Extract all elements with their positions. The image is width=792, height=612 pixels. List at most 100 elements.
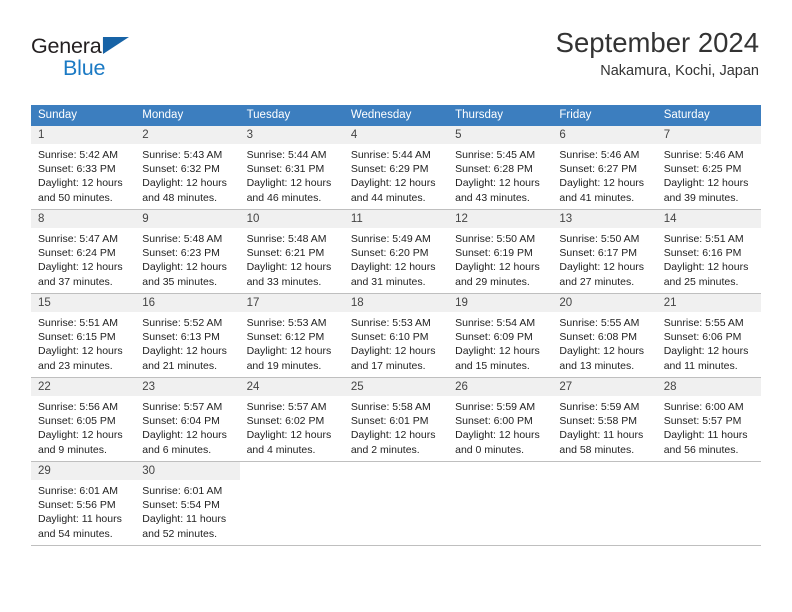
page-title: September 2024 bbox=[555, 27, 759, 58]
calendar-day-cell[interactable]: 23 Sunrise: 5:57 AM Sunset: 6:04 PM Dayligh… bbox=[135, 377, 240, 462]
daylight-text-line1: Daylight: 12 hours bbox=[246, 177, 332, 190]
day-details: Sunrise: 5:50 AM Sunset: 6:19 PM Daylight:… bbox=[448, 228, 552, 289]
calendar-week-row: 29 Sunrise: 6:01 AM Sunset: 5:56 PM Dayligh… bbox=[31, 461, 761, 545]
day-details: Sunrise: 6:01 AM Sunset: 5:54 PM Daylight:… bbox=[135, 480, 239, 541]
daylight-text-line2: and 43 minutes. bbox=[455, 191, 530, 204]
day-details: Sunrise: 5:44 AM Sunset: 6:29 PM Daylight:… bbox=[344, 144, 448, 205]
calendar-week-row: 22 Sunrise: 5:56 AM Sunset: 6:05 PM Dayligh… bbox=[31, 377, 761, 462]
sunset-text: Sunset: 6:29 PM bbox=[350, 163, 429, 176]
daylight-text-line2: and 2 minutes. bbox=[350, 443, 420, 456]
calendar-day-cell[interactable]: 14 Sunrise: 5:51 AM Sunset: 6:16 PM Dayligh… bbox=[656, 209, 761, 294]
sunrise-text: Sunrise: 5:44 AM bbox=[350, 149, 431, 161]
calendar-week-row: 1 Sunrise: 5:42 AM Sunset: 6:33 PM Daylight… bbox=[31, 126, 761, 210]
daylight-text-line2: and 11 minutes. bbox=[663, 359, 738, 372]
day-number bbox=[656, 462, 761, 480]
calendar-day-cell[interactable]: 3 Sunrise: 5:44 AM Sunset: 6:31 PM Daylight… bbox=[239, 126, 344, 210]
sunrise-text: Sunrise: 5:58 AM bbox=[350, 401, 431, 413]
day-number: 8 bbox=[31, 210, 136, 228]
day-details: Sunrise: 5:57 AM Sunset: 6:02 PM Daylight:… bbox=[240, 396, 344, 457]
day-number: 2 bbox=[135, 126, 240, 144]
weekday-header-thursday: Thursday bbox=[448, 105, 553, 126]
calendar-day-cell[interactable]: 12 Sunrise: 5:50 AM Sunset: 6:19 PM Dayligh… bbox=[448, 209, 553, 294]
calendar-day-cell[interactable]: 16 Sunrise: 5:52 AM Sunset: 6:13 PM Dayligh… bbox=[135, 293, 240, 378]
daylight-text-line1: Daylight: 12 hours bbox=[663, 177, 749, 190]
sunset-text: Sunset: 6:12 PM bbox=[246, 331, 325, 344]
calendar-day-cell[interactable]: 15 Sunrise: 5:51 AM Sunset: 6:15 PM Dayligh… bbox=[31, 293, 136, 378]
sunset-text: Sunset: 6:13 PM bbox=[142, 331, 220, 344]
day-details: Sunrise: 5:42 AM Sunset: 6:33 PM Daylight:… bbox=[31, 144, 135, 205]
daylight-text-line1: Daylight: 12 hours bbox=[38, 177, 123, 190]
calendar-day-cell[interactable]: 22 Sunrise: 5:56 AM Sunset: 6:05 PM Dayligh… bbox=[31, 377, 136, 462]
day-number bbox=[552, 462, 657, 480]
daylight-text-line1: Daylight: 12 hours bbox=[559, 177, 645, 190]
day-number: 13 bbox=[552, 210, 657, 228]
page-header: General Blue September 2024 Nakamura, Ko… bbox=[0, 0, 792, 98]
daylight-text-line2: and 33 minutes. bbox=[246, 275, 322, 288]
calendar-day-cell[interactable]: 4 Sunrise: 5:44 AM Sunset: 6:29 PM Daylight… bbox=[343, 126, 449, 210]
calendar-day-cell[interactable]: 27 Sunrise: 5:59 AM Sunset: 5:58 PM Dayligh… bbox=[552, 377, 657, 462]
calendar-day-cell[interactable]: 9 Sunrise: 5:48 AM Sunset: 6:23 PM Daylight… bbox=[135, 209, 240, 294]
day-details: Sunrise: 5:59 AM Sunset: 5:58 PM Daylight:… bbox=[552, 396, 656, 457]
day-number: 18 bbox=[343, 294, 449, 312]
daylight-text-line2: and 50 minutes. bbox=[38, 191, 113, 204]
logo-triangle-icon bbox=[103, 37, 129, 54]
calendar-day-cell[interactable]: 25 Sunrise: 5:58 AM Sunset: 6:01 PM Dayligh… bbox=[343, 377, 449, 462]
day-details: Sunrise: 5:47 AM Sunset: 6:24 PM Daylight:… bbox=[31, 228, 135, 289]
sunset-text: Sunset: 5:54 PM bbox=[142, 499, 220, 512]
calendar-day-cell[interactable]: 29 Sunrise: 6:01 AM Sunset: 5:56 PM Dayligh… bbox=[31, 461, 136, 545]
calendar-day-cell[interactable]: 10 Sunrise: 5:48 AM Sunset: 6:21 PM Dayligh… bbox=[239, 209, 344, 294]
calendar-day-cell[interactable]: 1 Sunrise: 5:42 AM Sunset: 6:33 PM Daylight… bbox=[31, 126, 136, 210]
daylight-text-line1: Daylight: 11 hours bbox=[142, 513, 227, 526]
calendar-day-cell[interactable]: 7 Sunrise: 5:46 AM Sunset: 6:25 PM Daylight… bbox=[656, 126, 761, 210]
general-blue-logo[interactable]: General Blue bbox=[31, 34, 211, 86]
daylight-text-line2: and 13 minutes. bbox=[559, 359, 635, 372]
daylight-text-line1: Daylight: 12 hours bbox=[350, 177, 436, 190]
sunrise-text: Sunrise: 5:57 AM bbox=[246, 401, 327, 413]
calendar-day-cell[interactable]: 8 Sunrise: 5:47 AM Sunset: 6:24 PM Daylight… bbox=[31, 209, 136, 294]
grid-bottom-divider bbox=[31, 545, 761, 546]
sunset-text: Sunset: 6:32 PM bbox=[142, 163, 220, 176]
day-details bbox=[552, 480, 656, 484]
sunset-text: Sunset: 6:17 PM bbox=[559, 247, 638, 260]
calendar-day-cell[interactable]: 20 Sunrise: 5:55 AM Sunset: 6:08 PM Dayligh… bbox=[552, 293, 657, 378]
day-details: Sunrise: 5:54 AM Sunset: 6:09 PM Daylight:… bbox=[448, 312, 552, 373]
daylight-text-line1: Daylight: 12 hours bbox=[559, 345, 645, 358]
sunset-text: Sunset: 5:58 PM bbox=[559, 415, 638, 428]
day-details: Sunrise: 6:01 AM Sunset: 5:56 PM Daylight:… bbox=[31, 480, 135, 541]
calendar-empty-cell bbox=[552, 461, 657, 545]
calendar-day-cell[interactable]: 24 Sunrise: 5:57 AM Sunset: 6:02 PM Dayligh… bbox=[239, 377, 344, 462]
sunrise-text: Sunrise: 5:50 AM bbox=[559, 233, 640, 245]
sunset-text: Sunset: 6:31 PM bbox=[246, 163, 325, 176]
calendar-day-cell[interactable]: 28 Sunrise: 6:00 AM Sunset: 5:57 PM Dayligh… bbox=[656, 377, 761, 462]
daylight-text-line1: Daylight: 12 hours bbox=[142, 261, 227, 274]
sunrise-text: Sunrise: 5:49 AM bbox=[350, 233, 431, 245]
calendar-day-cell[interactable]: 19 Sunrise: 5:54 AM Sunset: 6:09 PM Dayligh… bbox=[448, 293, 553, 378]
daylight-text-line1: Daylight: 12 hours bbox=[142, 429, 227, 442]
daylight-text-line2: and 56 minutes. bbox=[663, 443, 739, 456]
sunset-text: Sunset: 6:19 PM bbox=[455, 247, 533, 260]
calendar-day-cell[interactable]: 30 Sunrise: 6:01 AM Sunset: 5:54 PM Dayligh… bbox=[135, 461, 240, 545]
calendar-day-cell[interactable]: 6 Sunrise: 5:46 AM Sunset: 6:27 PM Daylight… bbox=[552, 126, 657, 210]
daylight-text-line1: Daylight: 12 hours bbox=[246, 345, 332, 358]
day-number: 19 bbox=[448, 294, 553, 312]
calendar-day-cell[interactable]: 2 Sunrise: 5:43 AM Sunset: 6:32 PM Daylight… bbox=[135, 126, 240, 210]
sunset-text: Sunset: 5:56 PM bbox=[38, 499, 116, 512]
sunrise-text: Sunrise: 5:51 AM bbox=[38, 317, 118, 329]
calendar-day-cell[interactable]: 18 Sunrise: 5:53 AM Sunset: 6:10 PM Dayligh… bbox=[343, 293, 449, 378]
daylight-text-line2: and 21 minutes. bbox=[142, 359, 217, 372]
calendar-day-cell[interactable]: 11 Sunrise: 5:49 AM Sunset: 6:20 PM Dayligh… bbox=[343, 209, 449, 294]
sunset-text: Sunset: 6:10 PM bbox=[350, 331, 429, 344]
calendar-day-cell[interactable]: 21 Sunrise: 5:55 AM Sunset: 6:06 PM Dayligh… bbox=[656, 293, 761, 378]
day-details bbox=[240, 480, 344, 484]
day-details: Sunrise: 5:49 AM Sunset: 6:20 PM Daylight:… bbox=[344, 228, 448, 289]
sunrise-text: Sunrise: 5:47 AM bbox=[38, 233, 118, 245]
daylight-text-line2: and 23 minutes. bbox=[38, 359, 113, 372]
calendar-day-cell[interactable]: 13 Sunrise: 5:50 AM Sunset: 6:17 PM Dayligh… bbox=[552, 209, 657, 294]
daylight-text-line2: and 0 minutes. bbox=[455, 443, 525, 456]
day-number: 1 bbox=[31, 126, 136, 144]
calendar-day-cell[interactable]: 26 Sunrise: 5:59 AM Sunset: 6:00 PM Dayligh… bbox=[448, 377, 553, 462]
day-number: 28 bbox=[656, 378, 761, 396]
sunrise-text: Sunrise: 6:00 AM bbox=[663, 401, 744, 413]
calendar-day-cell[interactable]: 17 Sunrise: 5:53 AM Sunset: 6:12 PM Dayligh… bbox=[239, 293, 344, 378]
calendar-day-cell[interactable]: 5 Sunrise: 5:45 AM Sunset: 6:28 PM Daylight… bbox=[448, 126, 553, 210]
